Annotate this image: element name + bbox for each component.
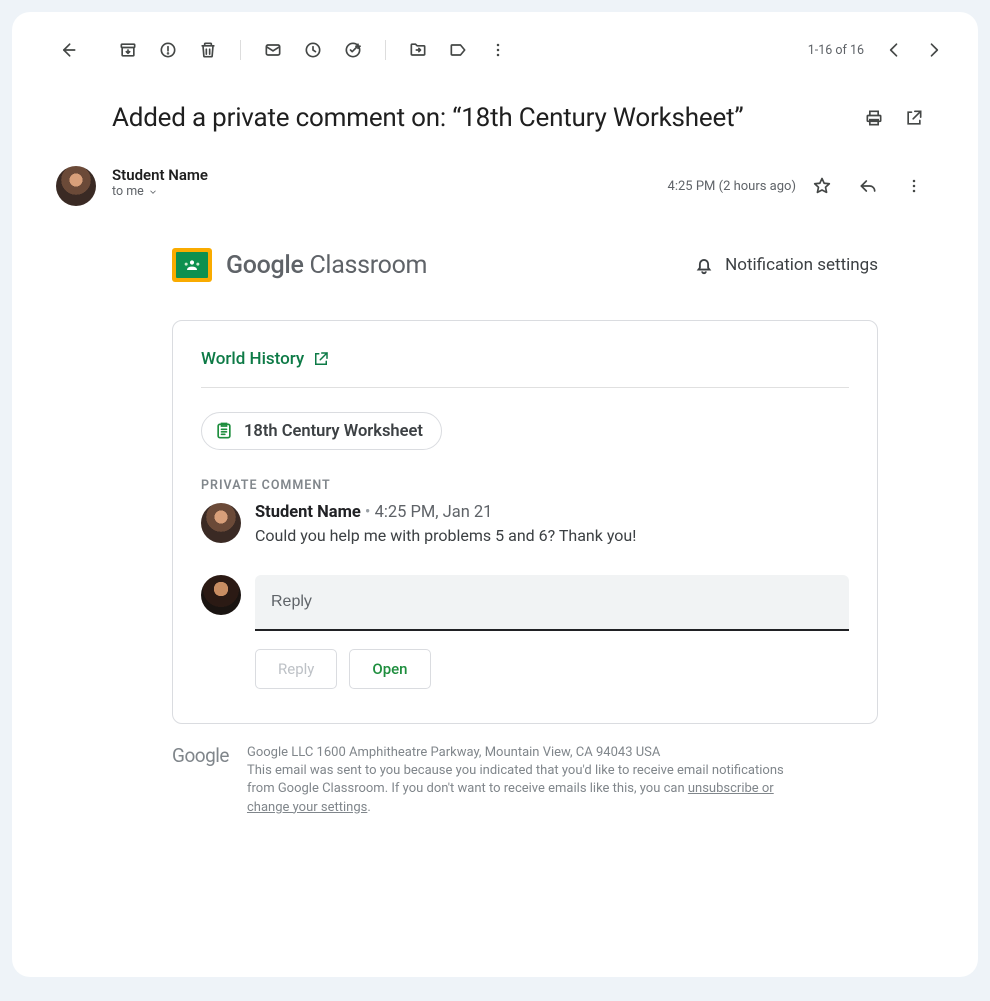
comment-time: 4:25 PM, Jan 21	[375, 503, 493, 522]
classroom-brand: Google Classroom	[172, 248, 427, 282]
move-to-button[interactable]	[398, 30, 438, 70]
notification-settings-link[interactable]: Notification settings	[693, 254, 878, 276]
mark-unread-button[interactable]	[253, 30, 293, 70]
classroom-logo-icon	[172, 248, 212, 282]
print-button[interactable]	[854, 98, 894, 138]
subject-title: Added a private comment on: “18th Centur…	[112, 103, 854, 133]
reply-submit-button[interactable]: Reply	[255, 649, 337, 689]
archive-button[interactable]	[108, 30, 148, 70]
expand-recipients-icon	[148, 187, 158, 197]
footer-text: Google LLC 1600 Amphitheatre Parkway, Mo…	[247, 744, 807, 817]
message-more-button[interactable]	[894, 166, 934, 206]
message-timestamp: 4:25 PM (2 hours ago)	[668, 179, 796, 194]
reply-button[interactable]	[848, 166, 888, 206]
open-new-window-button[interactable]	[894, 98, 934, 138]
older-button[interactable]	[914, 30, 954, 70]
sender-avatar[interactable]	[56, 166, 96, 206]
open-external-icon	[312, 350, 330, 368]
spam-button[interactable]	[148, 30, 188, 70]
more-button[interactable]	[478, 30, 518, 70]
newer-button[interactable]	[874, 30, 914, 70]
bell-icon	[693, 254, 715, 276]
dot-separator: •	[361, 503, 375, 522]
footer-google-logo: Google	[172, 744, 229, 817]
star-button[interactable]	[802, 166, 842, 206]
delete-button[interactable]	[188, 30, 228, 70]
reply-input[interactable]	[255, 575, 849, 631]
comment-author-avatar	[201, 503, 241, 543]
labels-button[interactable]	[438, 30, 478, 70]
open-button[interactable]: Open	[349, 649, 430, 689]
comment-author: Student Name	[255, 503, 361, 522]
comment-text: Could you help me with problems 5 and 6?…	[255, 526, 849, 545]
assignment-chip[interactable]: 18th Century Worksheet	[201, 412, 442, 450]
sender-name: Student Name	[112, 166, 208, 184]
self-avatar	[201, 575, 241, 615]
snooze-button[interactable]	[293, 30, 333, 70]
classroom-card: World History 18th Century Worksheet PRI…	[172, 320, 878, 724]
add-to-tasks-button[interactable]	[333, 30, 373, 70]
back-button[interactable]	[48, 30, 88, 70]
brand-google: Google	[226, 251, 304, 280]
toolbar: 1-16 of 16	[12, 30, 978, 70]
class-link[interactable]: World History	[201, 349, 849, 388]
comment-row: Student Name • 4:25 PM, Jan 21 Could you…	[201, 503, 849, 545]
assignment-icon	[214, 421, 234, 441]
pager-count: 1-16 of 16	[808, 43, 864, 58]
brand-classroom: Classroom	[304, 251, 428, 280]
private-comment-label: PRIVATE COMMENT	[201, 478, 849, 493]
recipient-line[interactable]: to me	[112, 184, 208, 199]
footer-address: Google LLC 1600 Amphitheatre Parkway, Mo…	[247, 744, 807, 762]
